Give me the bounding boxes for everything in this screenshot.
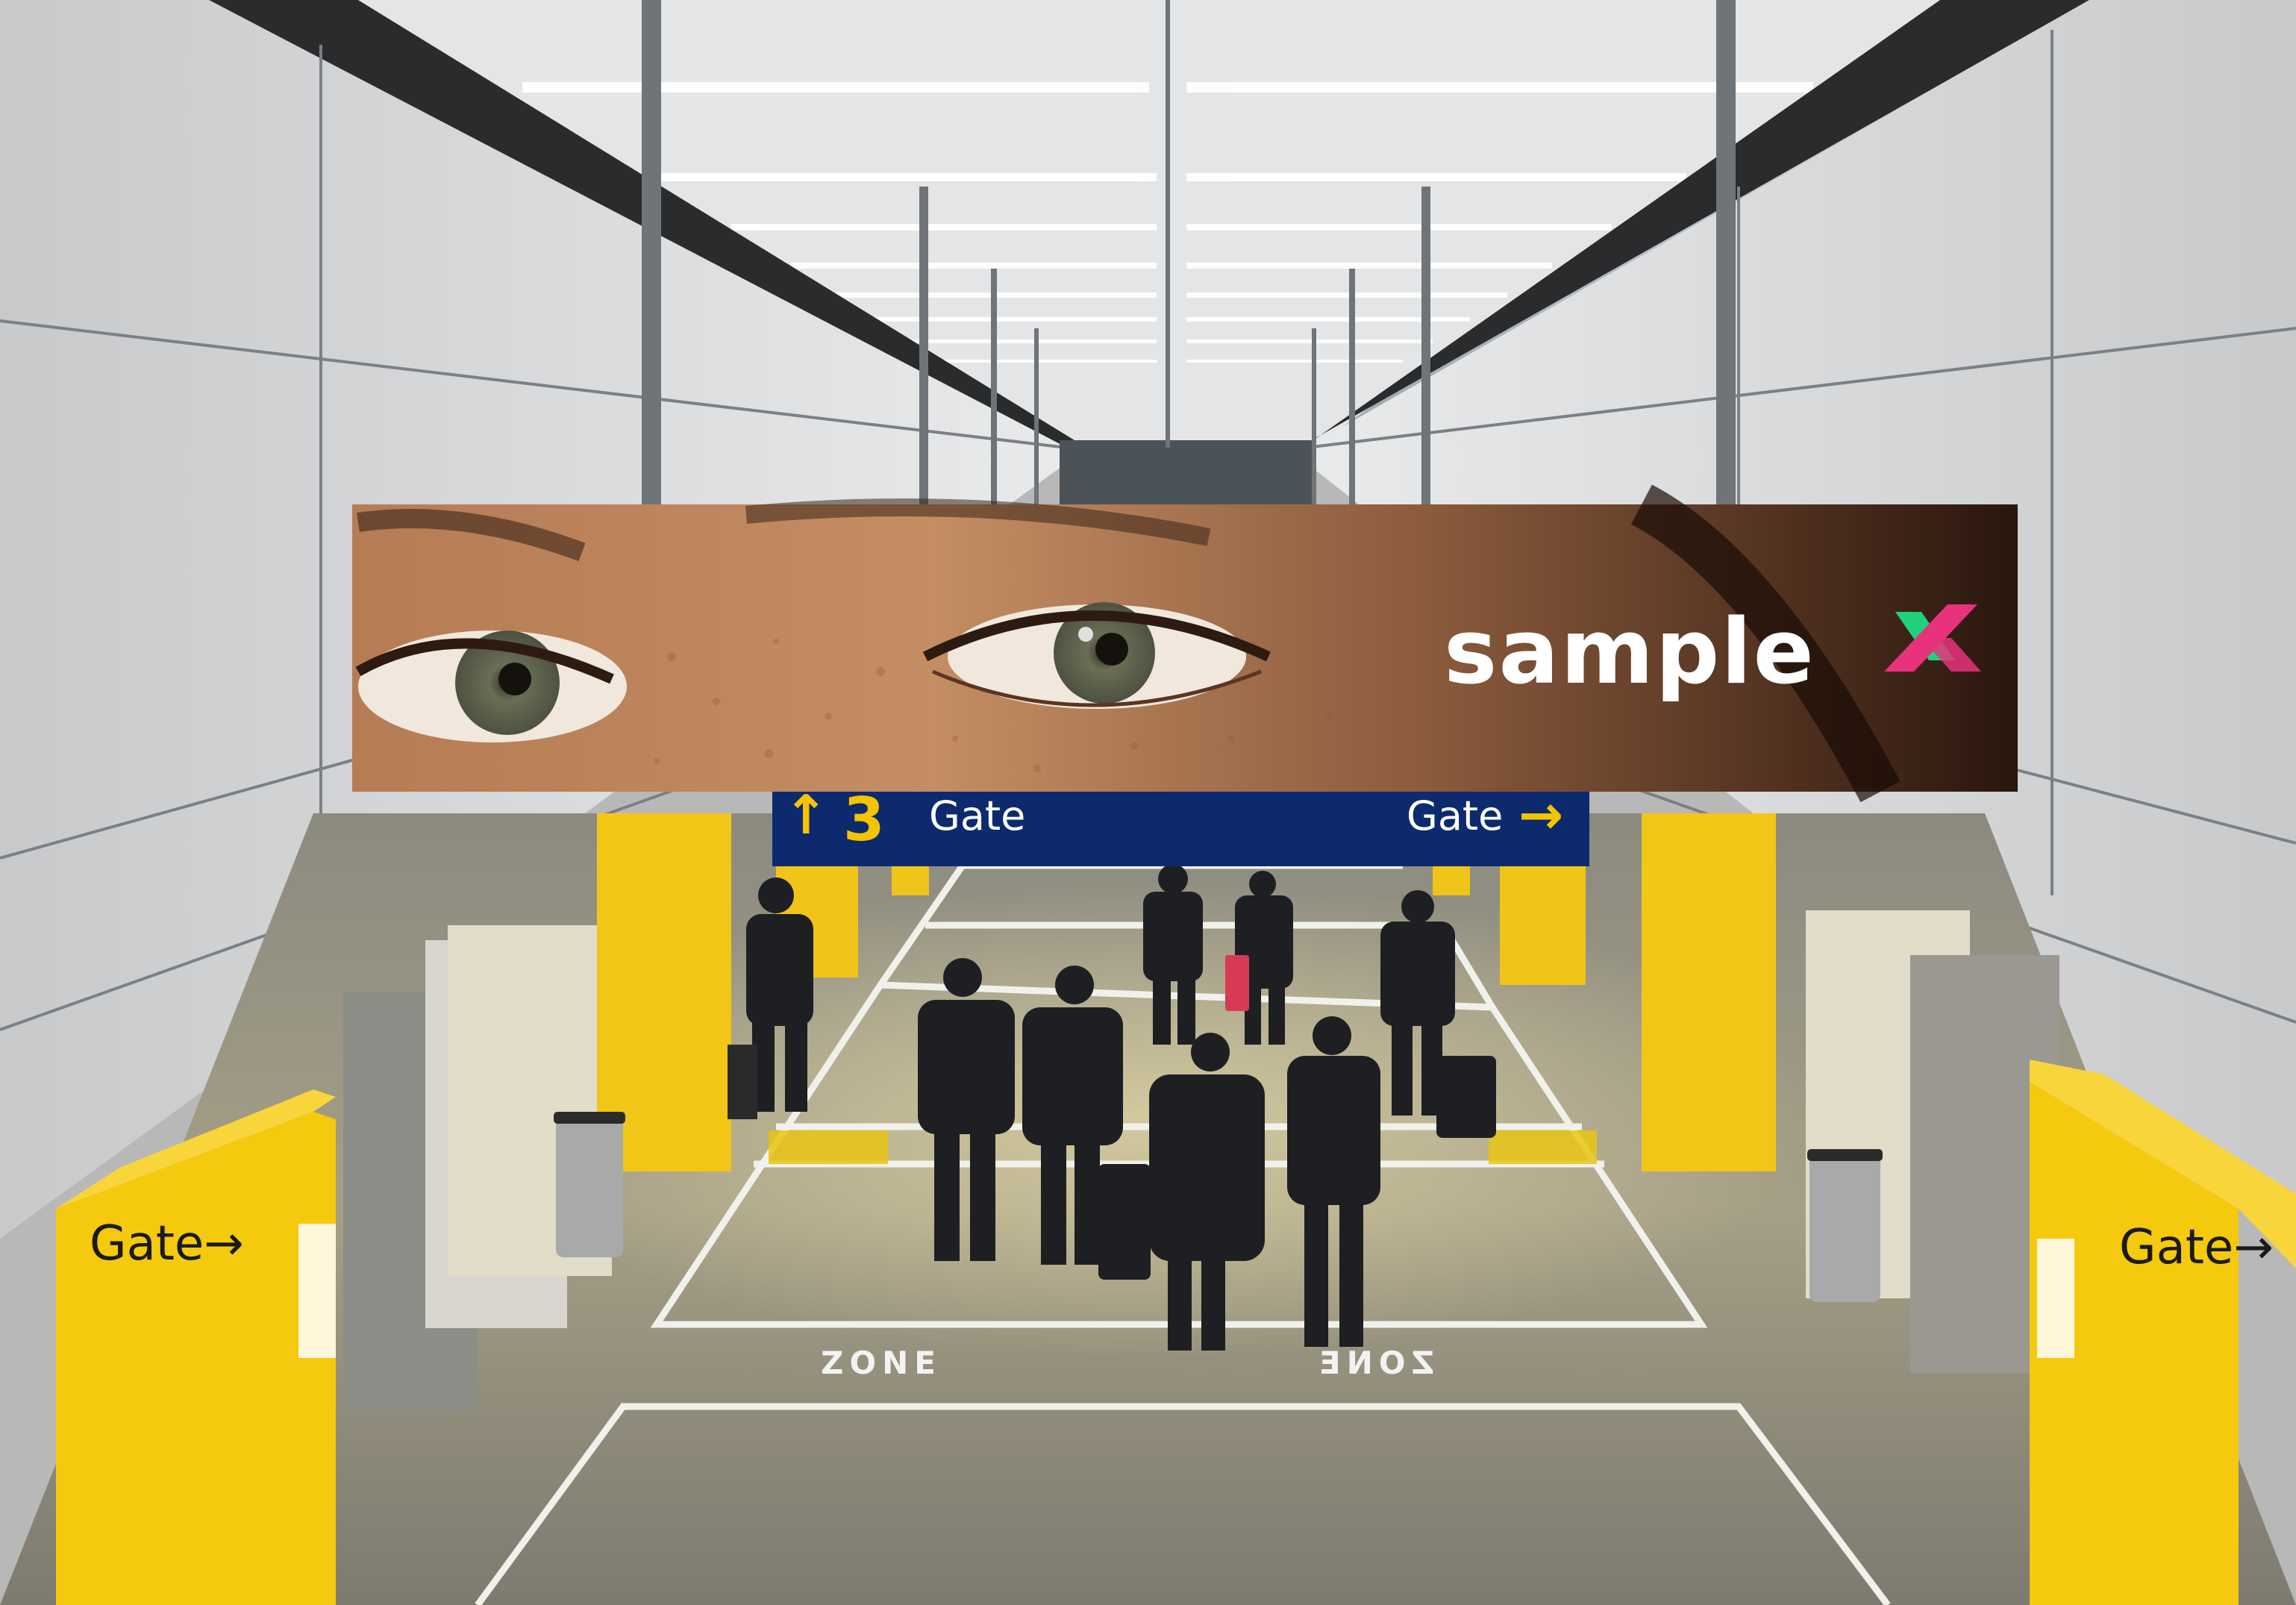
floor-zone-marking-right: ZONE	[1313, 1345, 1434, 1381]
scene-drawing	[0, 0, 2296, 1605]
right-arrow-icon: →	[1518, 783, 1564, 846]
gate-label-right: Gate	[1407, 792, 1504, 839]
brand-logo-text: sample	[1444, 601, 1815, 704]
gate-number: 3	[843, 785, 885, 854]
pillar-gate-label-left: Gate→	[90, 1216, 244, 1271]
pillar-gate-text-right: Gate	[2119, 1220, 2234, 1275]
up-arrow-icon: ↑	[783, 783, 829, 846]
floor-zone-mirrored-text: ZONE	[1313, 1345, 1434, 1381]
gate-label-left: Gate	[929, 792, 1026, 839]
pillar-gate-label-right: Gate→	[2119, 1220, 2274, 1275]
pillar-right-arrow-icon-right: →	[2233, 1220, 2274, 1275]
pillar-gate-text-left: Gate	[90, 1216, 204, 1271]
pillar-right-arrow-icon-left: →	[204, 1216, 244, 1271]
airport-concourse-scene: sample ↑ 3 Gate Gate → Gate→ Gate→ ZONE …	[0, 0, 2296, 1605]
floor-zone-marking-left: ZONE	[821, 1345, 942, 1381]
